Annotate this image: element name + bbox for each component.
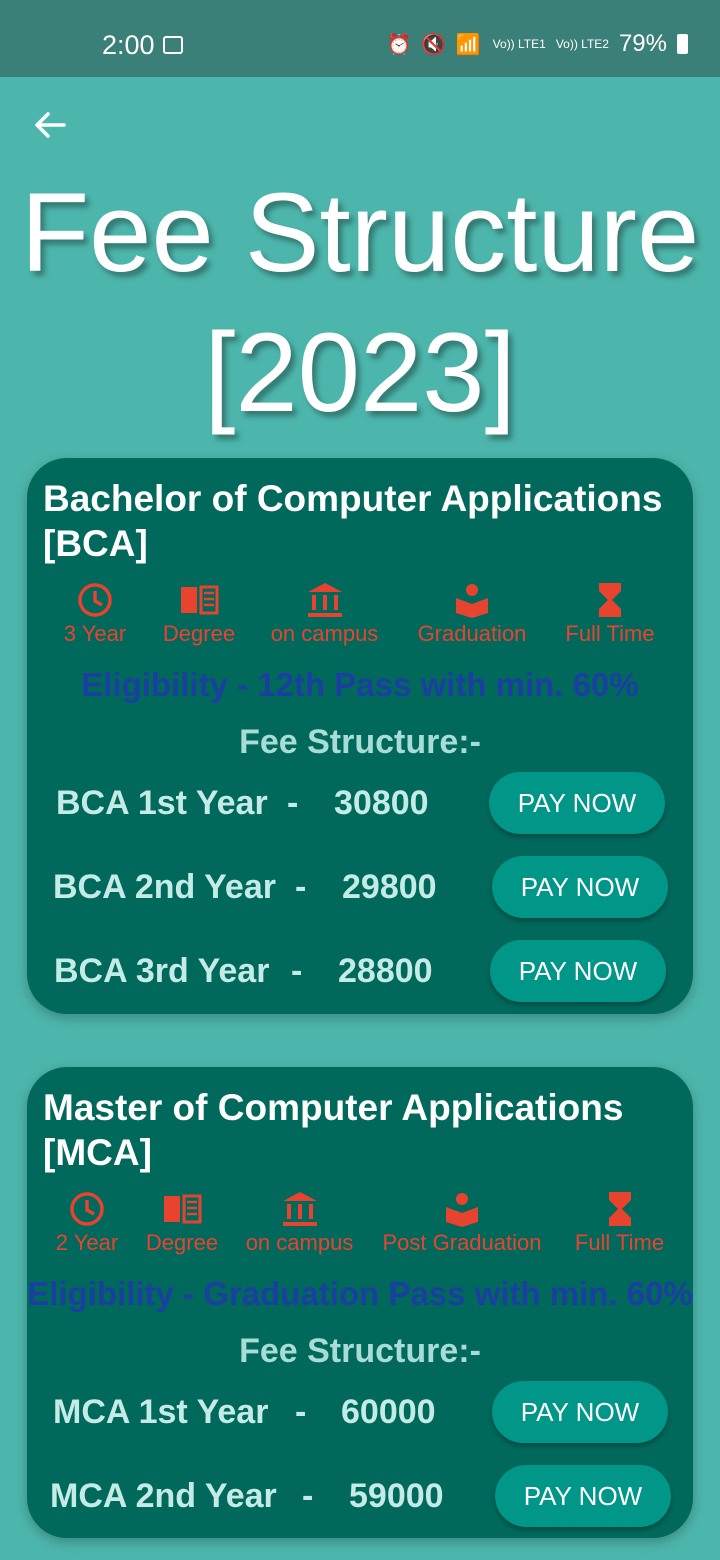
book-icon <box>164 1194 202 1224</box>
pay-now-button[interactable]: PAY NOW <box>490 940 666 1002</box>
fee-dash: - <box>302 1477 314 1515</box>
fee-year: BCA 2nd Year <box>53 868 276 906</box>
hourglass-icon <box>599 583 621 617</box>
feature-type: Degree <box>157 581 241 647</box>
feature-type: Degree <box>140 1190 224 1256</box>
graduation-reader-icon <box>456 584 488 618</box>
page-title-line1: Fee Structure <box>20 170 700 295</box>
back-arrow-icon[interactable] <box>30 105 70 145</box>
pay-now-button[interactable]: PAY NOW <box>492 856 668 918</box>
page-title-line2: [2023] <box>204 310 516 435</box>
feature-schedule: Full Time <box>567 1190 672 1256</box>
status-icons: ⏰ 🔇 📶 Vo)) LTE1 Vo)) LTE2 79% <box>387 30 688 58</box>
feature-label: Full Time <box>565 621 655 646</box>
battery-percent: 79% <box>618 30 667 57</box>
lte1-label: Vo)) LTE1 <box>492 37 546 51</box>
fee-dash: - <box>291 952 303 990</box>
bca-card-title: Bachelor of Computer Applications [BCA] <box>43 478 663 564</box>
fee-year: BCA 3rd Year <box>54 952 270 990</box>
clock-icon <box>70 1192 104 1226</box>
feature-duration: 3 Year <box>57 581 133 647</box>
fee-amount: 28800 <box>338 952 433 990</box>
feature-label: on campus <box>270 621 379 646</box>
fee-dash: - <box>295 868 307 906</box>
feature-mode: on campus <box>242 1190 357 1256</box>
mca-eligibility: Eligibility - Graduation Pass with min. … <box>27 1275 693 1312</box>
clock-icon <box>78 583 112 617</box>
battery-icon <box>677 34 688 54</box>
fee-year: BCA 1st Year <box>56 784 268 822</box>
fee-amount: 29800 <box>342 868 437 906</box>
bca-fee-heading: Fee Structure:- <box>239 723 481 761</box>
feature-schedule: Full Time <box>560 581 660 647</box>
fee-year: MCA 2nd Year <box>50 1477 277 1515</box>
bank-icon <box>282 1192 317 1226</box>
book-icon <box>181 585 219 615</box>
feature-label: Full Time <box>574 1230 665 1255</box>
status-bar: 2:00 ⏰ 🔇 📶 Vo)) LTE1 Vo)) LTE2 79% <box>0 0 720 77</box>
bca-card: Bachelor of Computer Applications [BCA] … <box>27 458 693 1014</box>
feature-mode: on campus <box>267 581 382 647</box>
bca-eligibility: Eligibility - 12th Pass with min. 60% <box>81 666 639 703</box>
feature-label: Graduation <box>417 621 527 646</box>
feature-label: 3 Year <box>63 621 127 646</box>
fee-year: MCA 1st Year <box>53 1393 269 1431</box>
gallery-icon <box>163 36 183 54</box>
mca-card-title: Master of Computer Applications [MCA] <box>43 1087 624 1173</box>
fee-amount: 30800 <box>334 784 429 822</box>
graduation-reader-icon <box>446 1193 478 1227</box>
feature-label: 2 Year <box>55 1230 119 1255</box>
feature-level: Graduation <box>409 581 535 647</box>
hourglass-icon <box>608 1192 631 1226</box>
feature-label: Degree <box>162 621 236 646</box>
feature-label: on campus <box>245 1230 354 1255</box>
fee-dash: - <box>287 784 299 822</box>
lte2-label: Vo)) LTE2 <box>555 37 609 51</box>
page-title: Fee Structure [2023] <box>0 168 720 438</box>
fee-dash: - <box>295 1393 307 1431</box>
alarm-mute-wifi-icons: ⏰ 🔇 📶 <box>386 33 483 56</box>
bank-icon <box>307 583 342 617</box>
status-time: 2:00 <box>102 30 155 60</box>
feature-label: Degree <box>145 1230 219 1255</box>
feature-level: Post Graduation <box>377 1190 547 1256</box>
feature-label: Post Graduation <box>382 1230 542 1255</box>
feature-duration: 2 Year <box>49 1190 125 1256</box>
pay-now-button[interactable]: PAY NOW <box>489 772 665 834</box>
fee-amount: 60000 <box>341 1393 436 1431</box>
pay-now-button[interactable]: PAY NOW <box>492 1381 668 1443</box>
fee-amount: 59000 <box>349 1477 444 1515</box>
pay-now-button[interactable]: PAY NOW <box>495 1465 671 1527</box>
mca-fee-heading: Fee Structure:- <box>239 1332 481 1370</box>
mca-card: Master of Computer Applications [MCA] 2 … <box>27 1067 693 1538</box>
